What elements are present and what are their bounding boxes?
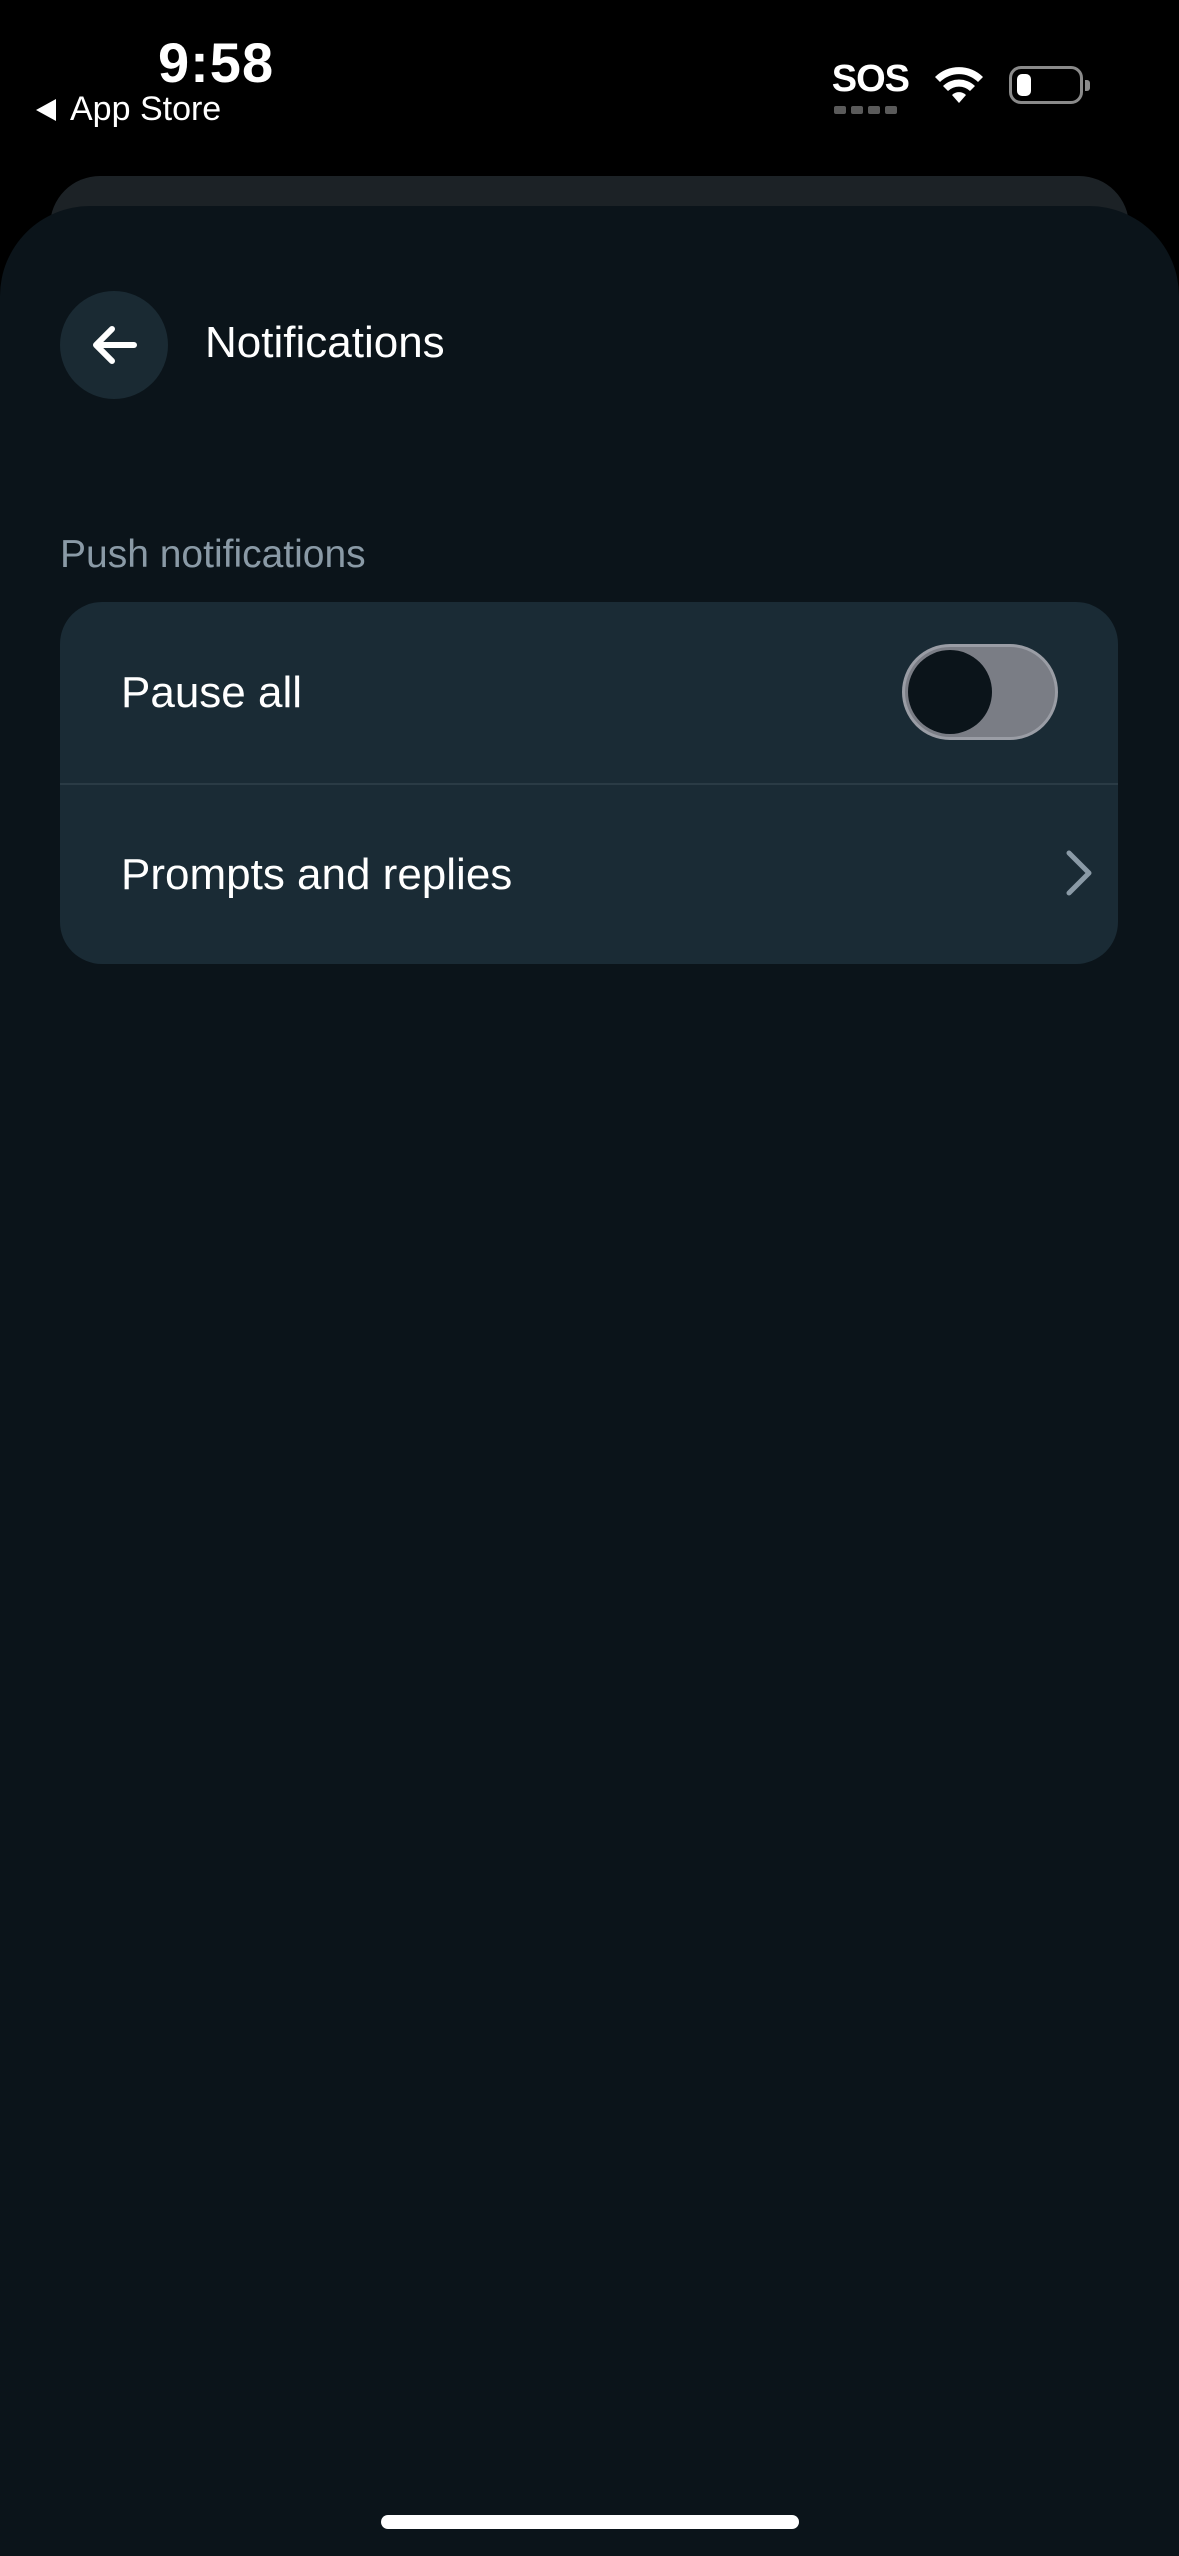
wifi-icon [935,67,983,103]
toggle-knob [908,650,992,734]
arrow-left-icon [93,326,137,364]
screen: 9:58 App Store SOS Notifications Push no… [0,0,1179,2556]
sos-indicator: SOS [831,58,910,114]
sos-label: SOS [831,58,910,100]
battery-icon [1009,66,1090,104]
pause-all-row[interactable]: Pause all [60,602,1118,783]
push-notifications-card: Pause all Prompts and replies [60,602,1118,964]
signal-dots [833,106,897,114]
back-triangle-icon [36,98,56,121]
chevron-right-icon [1066,850,1092,896]
prompts-and-replies-row[interactable]: Prompts and replies [60,784,1118,964]
pause-all-toggle[interactable] [902,644,1058,740]
back-to-app-store-link[interactable]: App Store [36,90,221,129]
page-title: Notifications [205,318,445,367]
home-indicator[interactable] [381,2515,799,2529]
back-app-label: App Store [70,90,222,128]
pause-all-label: Pause all [121,667,303,717]
prompts-and-replies-label: Prompts and replies [121,849,513,899]
section-label-push-notifications: Push notifications [60,533,366,576]
status-indicators: SOS [831,58,1090,114]
back-button[interactable] [60,291,168,399]
status-time: 9:58 [158,31,275,94]
